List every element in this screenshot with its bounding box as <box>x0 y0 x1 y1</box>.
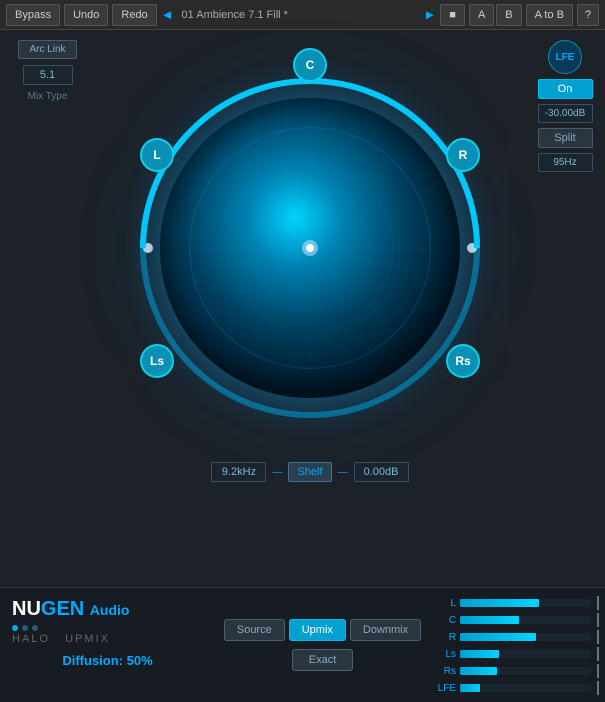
brand-dots <box>12 625 203 631</box>
meter-label-Rs: Rs <box>436 666 456 677</box>
sphere-container: C L R Ls Rs <box>120 38 500 458</box>
meter-tick <box>597 664 599 678</box>
bottom-center: Source Upmix Downmix Exact <box>215 588 430 702</box>
b-button[interactable]: B <box>496 4 521 26</box>
brand-nu: NU <box>12 598 41 620</box>
undo-button[interactable]: Undo <box>64 4 108 26</box>
source-button[interactable]: Source <box>224 619 285 641</box>
channel-label-C[interactable]: C <box>293 48 327 82</box>
diffusion-display: Diffusion: 50% <box>12 653 203 668</box>
play-button[interactable]: ► <box>423 7 436 22</box>
exact-button[interactable]: Exact <box>292 649 354 671</box>
meter-bar-bg <box>460 616 591 624</box>
meter-row: L <box>436 596 599 610</box>
arc-link-button[interactable]: Arc Link <box>18 40 76 59</box>
meter-bar-fill <box>460 599 539 607</box>
meter-bar-fill <box>460 650 499 658</box>
bottom-controls: 9.2kHz — Shelf — 0.00dB <box>95 462 525 482</box>
redo-button[interactable]: Redo <box>112 4 156 26</box>
arrow-icon-left: — <box>272 467 282 478</box>
lfe-freq-box: 95Hz <box>538 153 593 172</box>
mode-buttons-row: Source Upmix Downmix <box>224 619 421 641</box>
meter-bar-bg <box>460 633 591 641</box>
brand-dot-2 <box>22 625 28 631</box>
bottom-left: NUGEN Audio HALO UPMIX Diffusion: 50% <box>0 588 215 702</box>
lfe-db-box: -30.00dB <box>538 104 593 123</box>
help-button[interactable]: ? <box>577 4 599 26</box>
brand-sub: HALO UPMIX <box>12 633 203 645</box>
nugen-brand: NUGEN Audio HALO UPMIX <box>12 598 203 645</box>
mix-type-value: 5.1 <box>23 65 73 85</box>
meter-bar-bg <box>460 684 591 692</box>
meter-bar-fill <box>460 633 536 641</box>
top-bar: Bypass Undo Redo ◄ 01 Ambience 7.1 Fill … <box>0 0 605 30</box>
exact-row: Exact <box>292 649 354 671</box>
meter-label-C: C <box>436 615 456 626</box>
meter-row: Ls <box>436 647 599 661</box>
ab-group: A B <box>469 4 522 26</box>
back-arrow-icon[interactable]: ◄ <box>161 7 174 22</box>
bypass-button[interactable]: Bypass <box>6 4 60 26</box>
atob-button[interactable]: A to B <box>526 4 573 26</box>
freq-box[interactable]: 9.2kHz <box>211 462 266 482</box>
meter-tick <box>597 681 599 695</box>
a-button[interactable]: A <box>469 4 494 26</box>
meter-label-LFE: LFE <box>436 683 456 694</box>
meter-bar-bg <box>460 650 591 658</box>
meter-bar-fill <box>460 667 497 675</box>
channel-label-L[interactable]: L <box>140 138 174 172</box>
meter-row: Rs <box>436 664 599 678</box>
downmix-button[interactable]: Downmix <box>350 619 421 641</box>
meter-bar-fill <box>460 616 519 624</box>
meter-tick <box>597 596 599 610</box>
meter-row: LFE <box>436 681 599 695</box>
db-box[interactable]: 0.00dB <box>354 462 409 482</box>
meter-tick <box>597 630 599 644</box>
channel-label-Ls[interactable]: Ls <box>140 344 174 378</box>
track-name: 01 Ambience 7.1 Fill * <box>182 9 288 21</box>
lfe-label: LFE <box>548 40 582 74</box>
meter-label-L: L <box>436 598 456 609</box>
channel-label-R[interactable]: R <box>446 138 480 172</box>
sphere-grid <box>160 98 460 398</box>
channel-label-Rs[interactable]: Rs <box>446 344 480 378</box>
brand-gen: GEN <box>41 598 84 620</box>
arrow-icon-right: — <box>338 467 348 478</box>
mix-type-label: Mix Type <box>28 91 68 102</box>
meter-row: R <box>436 630 599 644</box>
bottom-bar: NUGEN Audio HALO UPMIX Diffusion: 50% So… <box>0 587 605 702</box>
meter-bar-bg <box>460 667 591 675</box>
meter-tick <box>597 647 599 661</box>
brand-dot-1 <box>12 625 18 631</box>
shelf-button[interactable]: Shelf <box>288 462 331 482</box>
meter-bar-bg <box>460 599 591 607</box>
meters-panel: LCR Ls Rs LFE <box>430 588 605 702</box>
meter-tick <box>597 613 599 627</box>
upmix-button[interactable]: Upmix <box>289 619 346 641</box>
lfe-split-button[interactable]: Split <box>538 128 593 148</box>
meter-label-Ls: Ls <box>436 649 456 660</box>
inner-sphere <box>160 98 460 398</box>
meter-row: C <box>436 613 599 627</box>
rec-button[interactable]: ■ <box>440 4 465 26</box>
brand-dot-3 <box>32 625 38 631</box>
meter-label-R: R <box>436 632 456 643</box>
brand-audio: Audio <box>90 602 130 618</box>
meter-bar-fill <box>460 684 480 692</box>
brand-name: NUGEN Audio <box>12 598 203 621</box>
lfe-on-button[interactable]: On <box>538 79 593 99</box>
